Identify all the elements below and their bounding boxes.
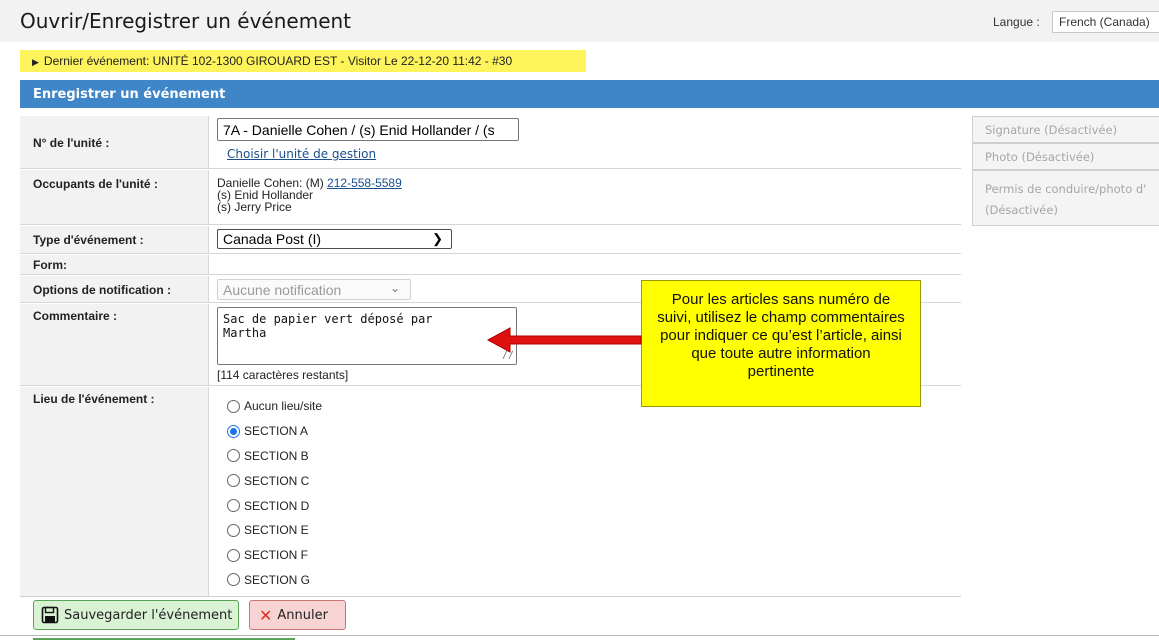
location-option-label: SECTION B [244, 448, 309, 463]
notification-label: Options de notification : [20, 276, 209, 302]
next-button-edge [33, 638, 295, 642]
event-type-label: Type d'événement : [20, 226, 209, 253]
choose-management-unit-link[interactable]: Choisir l'unité de gestion [227, 147, 376, 161]
radio-button[interactable] [227, 474, 240, 488]
event-type-select[interactable]: Canada Post (I) ❯ [217, 229, 452, 249]
location-option-label: SECTION C [244, 473, 310, 488]
notification-value: Aucune notification [223, 282, 342, 298]
location-label: Lieu de l'événement : [20, 387, 209, 596]
driver-license-label: Permis de conduire/photo d' [985, 182, 1147, 196]
location-option-label: SECTION E [244, 523, 309, 538]
last-event-text: Dernier événement: UNITÉ 102-1300 GIROUA… [43, 54, 513, 68]
location-option[interactable]: SECTION E [227, 518, 322, 543]
page-title: Ouvrir/Enregistrer un événement [20, 9, 352, 33]
top-bar: Ouvrir/Enregistrer un événement Langue :… [0, 0, 1159, 42]
occupants-row: Occupants de l'unité : Danielle Cohen: (… [20, 170, 961, 225]
chevron-down-icon: ⌄ [389, 281, 400, 295]
radio-button[interactable] [227, 424, 240, 438]
radio-button[interactable] [227, 449, 240, 463]
event-type-value: Canada Post (I) [223, 231, 322, 247]
driver-license-status: (Désactivée) [985, 203, 1058, 217]
language-select[interactable]: French (Canada) [1052, 11, 1159, 33]
comment-textarea[interactable]: Sac de papier vert déposé par Martha ∕∕ [217, 307, 517, 365]
cancel-button-label: Annuler [277, 607, 328, 623]
location-option[interactable]: SECTION B [227, 444, 322, 469]
save-button-label: Sauvegarder l'événement [64, 607, 233, 623]
occupant-line: (s) Jerry Price [217, 200, 292, 214]
signature-button[interactable]: Signature (Désactivée) [972, 116, 1159, 143]
location-option-label: SECTION G [244, 572, 311, 587]
close-icon: ✕ [259, 605, 273, 625]
radio-button[interactable] [227, 548, 240, 562]
location-option-label: SECTION F [244, 548, 309, 563]
location-option[interactable]: SECTION A [227, 419, 322, 444]
notification-select[interactable]: Aucune notification ⌄ [217, 279, 411, 300]
radio-button[interactable] [227, 499, 240, 513]
radio-button[interactable] [227, 399, 240, 413]
form-type-row: Form: [20, 255, 961, 275]
comment-text: Sac de papier vert déposé par Martha [223, 312, 433, 340]
location-option[interactable]: SECTION F [227, 543, 322, 568]
unit-row: N° de l'unité : Choisir l'unité de gesti… [20, 116, 961, 169]
chevron-down-icon: ❯ [432, 231, 443, 246]
location-option-label: SECTION A [244, 424, 309, 439]
comment-label: Commentaire : [20, 304, 209, 385]
driver-license-button[interactable]: Permis de conduire/photo d' (Désactivée) [972, 170, 1159, 226]
radio-button[interactable] [227, 573, 240, 587]
save-button[interactable]: Sauvegarder l'événement [33, 600, 239, 630]
triangle-right-icon: ▶ [32, 57, 39, 67]
form-label: Form: [20, 255, 209, 274]
section-header: Enregistrer un événement [20, 80, 1159, 108]
location-option[interactable]: Aucun lieu/site [227, 394, 322, 419]
occupant-phone-link[interactable]: 212-558-5589 [327, 176, 402, 190]
page-divider [0, 635, 1159, 636]
characters-remaining: [114 caractères restants] [217, 368, 349, 382]
radio-button[interactable] [227, 523, 240, 537]
last-event-toggle[interactable]: ▶ Dernier événement: UNITÉ 102-1300 GIROU… [20, 50, 586, 72]
location-option[interactable]: SECTION D [227, 493, 322, 518]
location-option[interactable]: SECTION G [227, 568, 322, 593]
unit-input[interactable] [217, 118, 519, 141]
unit-label: N° de l'unité : [20, 116, 209, 168]
floppy-disk-icon [41, 606, 59, 624]
location-option[interactable]: SECTION C [227, 468, 322, 493]
cancel-button[interactable]: ✕ Annuler [249, 600, 346, 630]
location-radio-group: Aucun lieu/site SECTION A SECTION B SECT… [227, 394, 322, 592]
red-arrow-icon [486, 327, 642, 353]
location-row: Lieu de l'événement : Aucun lieu/site SE… [20, 387, 961, 596]
photo-button[interactable]: Photo (Désactivée) [972, 143, 1159, 170]
form-bottom-divider [20, 596, 961, 597]
event-type-row: Type d'événement : Canada Post (I) ❯ [20, 226, 961, 254]
occupants-label: Occupants de l'unité : [20, 170, 209, 224]
annotation-callout: Pour les articles sans numéro de suivi, … [641, 280, 921, 407]
location-option-label: Aucun lieu/site [244, 399, 323, 414]
location-option-label: SECTION D [244, 498, 310, 513]
language-label: Langue : [993, 15, 1040, 29]
